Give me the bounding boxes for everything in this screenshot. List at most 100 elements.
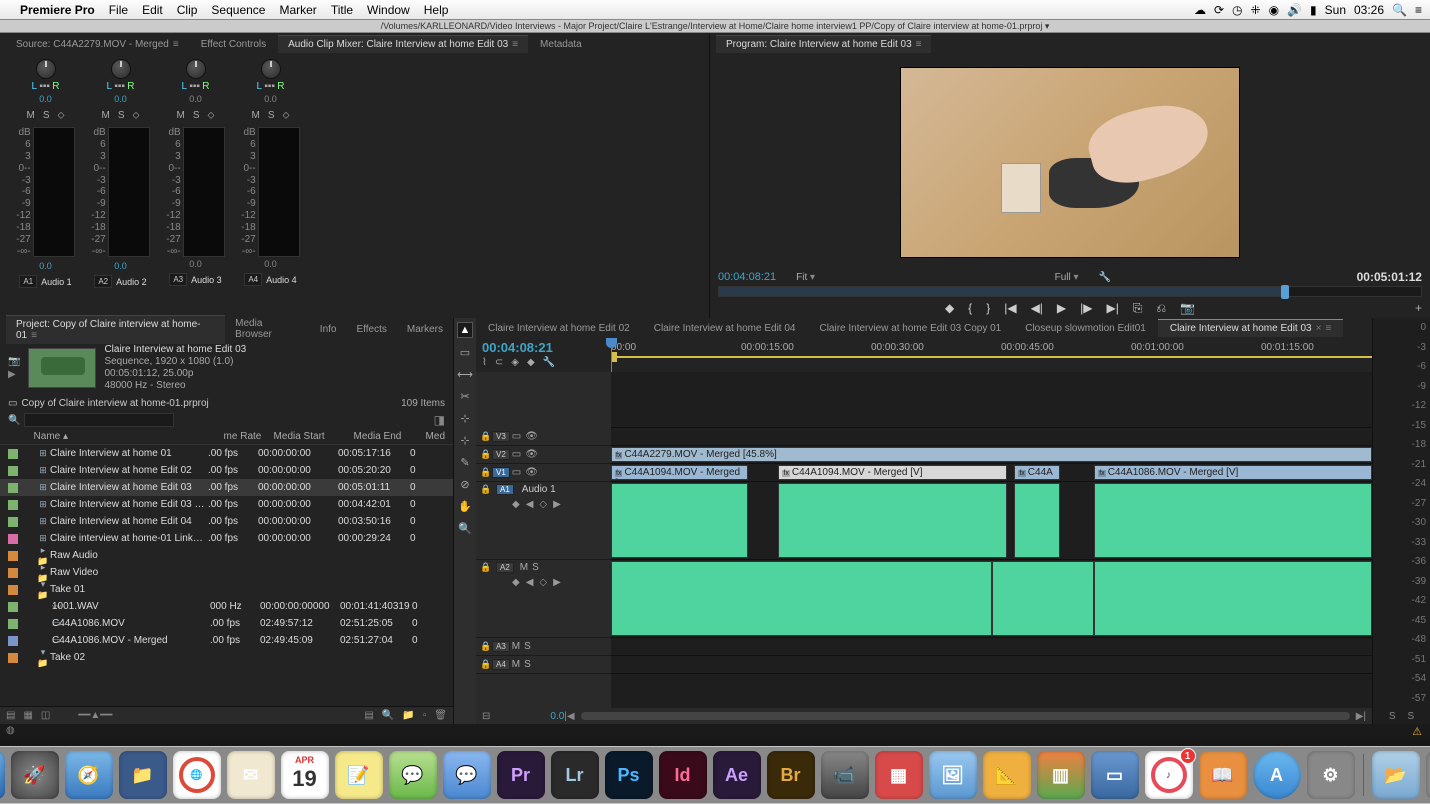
- fader-value[interactable]: 0.0: [114, 261, 127, 271]
- timeline-tracks-area[interactable]: fxC44A2279.MOV - Merged [45.8%] fxC44A10…: [611, 372, 1372, 708]
- program-preview[interactable]: [710, 55, 1430, 270]
- label-swatch[interactable]: [8, 636, 18, 646]
- label-swatch[interactable]: [8, 551, 18, 561]
- track-header-v3[interactable]: 🔒 V3 ▭👁: [476, 428, 611, 446]
- label-swatch[interactable]: [8, 517, 18, 527]
- tool-8[interactable]: ✋: [457, 498, 473, 514]
- panel-menu-icon[interactable]: ≡: [512, 39, 518, 50]
- time-ruler[interactable]: 00:0000:00:15:0000:00:30:0000:00:45:0000…: [611, 338, 1372, 372]
- dock-app-icon[interactable]: 📁: [119, 751, 167, 799]
- label-swatch[interactable]: [8, 534, 18, 544]
- project-row[interactable]: ▾📁 Take 02: [0, 649, 453, 666]
- dock-app-icon[interactable]: Pr: [497, 751, 545, 799]
- close-icon[interactable]: ≡: [173, 39, 179, 50]
- label-swatch[interactable]: [8, 619, 18, 629]
- audio-clip[interactable]: [778, 483, 1006, 558]
- volume-icon[interactable]: 🔊: [1287, 3, 1302, 17]
- eye-icon[interactable]: 👁: [525, 449, 538, 460]
- keyframe-button[interactable]: ⬦: [283, 110, 290, 121]
- pan-knob[interactable]: [261, 59, 281, 79]
- settings-icon[interactable]: 🔧: [1099, 272, 1111, 283]
- track-header-a4[interactable]: 🔒 A4 MS: [476, 656, 611, 674]
- tool-3[interactable]: ✂: [457, 388, 473, 404]
- dock-app-icon[interactable]: ✉: [227, 751, 275, 799]
- track-header-a1[interactable]: 🔒 A1 Audio 1 ◆◀◇▶: [476, 482, 611, 560]
- video-clip[interactable]: fxC44A2279.MOV - Merged [45.8%]: [611, 447, 1372, 462]
- tab-media-browser[interactable]: Media Browser: [225, 315, 310, 343]
- lock-icon[interactable]: 🔒: [480, 431, 492, 442]
- program-timecode-current[interactable]: 00:04:08:21: [718, 271, 776, 283]
- close-icon[interactable]: ×: [1316, 323, 1322, 334]
- video-clip[interactable]: fxC44A1086.MOV - Merged [V]: [1094, 465, 1372, 480]
- mute-button[interactable]: M: [176, 110, 184, 121]
- add-marker-icon[interactable]: ◈: [511, 357, 519, 368]
- audio-clip[interactable]: [1094, 483, 1372, 558]
- menu-sequence[interactable]: Sequence: [211, 3, 265, 17]
- keyframe-next-icon[interactable]: ▶: [553, 499, 561, 510]
- horizontal-scrollbar[interactable]: [581, 712, 1350, 720]
- zoom-fit-dropdown[interactable]: Fit: [796, 272, 815, 283]
- project-row[interactable]: 〰 1001.WAV 000 Hz 00:00:00:00000 00:01:4…: [0, 598, 453, 615]
- pan-value[interactable]: 0.0: [114, 94, 127, 104]
- tool-1[interactable]: ▭: [457, 344, 473, 360]
- button-editor-icon[interactable]: +: [1415, 301, 1422, 315]
- lock-icon[interactable]: 🔒: [480, 659, 492, 670]
- track-a1-toggle[interactable]: A1: [496, 484, 514, 495]
- dock-app-icon[interactable]: ▥: [1037, 751, 1085, 799]
- label-swatch[interactable]: [8, 449, 18, 459]
- tool-5[interactable]: ⊹: [457, 432, 473, 448]
- wifi-icon[interactable]: ◉: [1269, 3, 1279, 17]
- clock-day[interactable]: Sun: [1325, 3, 1346, 17]
- label-swatch[interactable]: [8, 653, 18, 663]
- timeline-tab[interactable]: Claire Interview at home Edit 03×≡: [1158, 319, 1343, 337]
- tab-effect-controls[interactable]: Effect Controls: [191, 36, 276, 53]
- track-a3-toggle[interactable]: A3: [492, 641, 510, 652]
- keyframe-prev-icon[interactable]: ◆: [512, 577, 520, 588]
- pan-knob[interactable]: [36, 59, 56, 79]
- tool-0[interactable]: ▲: [457, 322, 473, 338]
- keyframe-button[interactable]: ⬦: [58, 110, 65, 121]
- label-swatch[interactable]: [8, 500, 18, 510]
- clock-time[interactable]: 03:26: [1354, 3, 1384, 17]
- audio-clip[interactable]: [611, 483, 748, 558]
- fx-badge[interactable]: fx: [615, 452, 622, 459]
- program-scrubber[interactable]: [718, 286, 1422, 297]
- track-header-v2[interactable]: 🔒 V2 ▭👁: [476, 446, 611, 464]
- play-button[interactable]: ▶: [1057, 301, 1066, 315]
- label-swatch[interactable]: [8, 568, 18, 578]
- pan-knob[interactable]: [111, 59, 131, 79]
- pan-knob[interactable]: [186, 59, 206, 79]
- warning-icon[interactable]: ⚠: [1412, 725, 1422, 738]
- dock-app-icon[interactable]: 🖼: [929, 751, 977, 799]
- dock-app-icon[interactable]: ⚙: [1307, 751, 1355, 799]
- tab-program[interactable]: Program: Claire Interview at home Edit 0…: [716, 35, 931, 53]
- fx-badge[interactable]: fx: [782, 470, 789, 477]
- project-row[interactable]: ⊞ Claire Interview at home 01 .00 fps 00…: [0, 445, 453, 462]
- dock-app-icon[interactable]: 🗑: [1426, 751, 1430, 799]
- tab-source[interactable]: Source: C44A2279.MOV - Merged≡: [6, 36, 189, 53]
- panel-menu-icon[interactable]: ≡: [1325, 323, 1331, 334]
- export-frame-button[interactable]: 📷: [1180, 301, 1195, 315]
- snap-icon[interactable]: ⌇: [482, 357, 487, 368]
- project-row[interactable]: ⊞ Claire Interview at home Edit 04 .00 f…: [0, 513, 453, 530]
- add-marker-button[interactable]: ◆: [945, 301, 954, 315]
- dock-app-icon[interactable]: Br: [767, 751, 815, 799]
- mute-button[interactable]: M: [512, 641, 520, 652]
- filter-bin-icon[interactable]: ◨: [434, 413, 445, 427]
- zoom-out-icon[interactable]: ⊟: [482, 711, 490, 722]
- project-row[interactable]: ▭ C44A1086.MOV - Merged .00 fps 02:49:45…: [0, 632, 453, 649]
- video-clip[interactable]: fxC44A: [1014, 465, 1060, 480]
- new-item-icon[interactable]: ▫: [423, 710, 427, 721]
- tool-2[interactable]: ⟷: [457, 366, 473, 382]
- menu-clip[interactable]: Clip: [177, 3, 198, 17]
- track-output-icon[interactable]: ▭: [512, 431, 521, 442]
- col-media-dur[interactable]: Med: [426, 431, 445, 442]
- solo-button[interactable]: S: [43, 110, 50, 121]
- menu-help[interactable]: Help: [424, 3, 449, 17]
- fx-badge[interactable]: fx: [1098, 470, 1105, 477]
- project-row[interactable]: ▾📁 Take 01: [0, 581, 453, 598]
- step-back-button[interactable]: ◀|: [1031, 301, 1043, 315]
- app-name[interactable]: Premiere Pro: [20, 3, 95, 17]
- dock-app-icon[interactable]: Lr: [551, 751, 599, 799]
- work-area-bar[interactable]: [611, 356, 1372, 358]
